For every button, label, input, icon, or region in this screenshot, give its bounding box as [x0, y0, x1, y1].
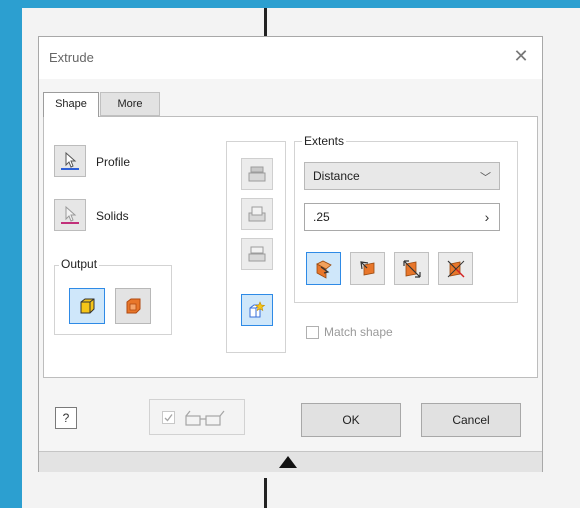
dialog-expander-bar[interactable] [39, 451, 542, 472]
shape-panel: Profile Solids Output Extents Distance ﹀… [43, 116, 538, 378]
solids-cursor-icon [61, 205, 79, 224]
solids-select-button[interactable] [54, 199, 86, 231]
ok-button[interactable]: OK [301, 403, 401, 437]
profile-select-button[interactable] [54, 145, 86, 177]
match-shape-checkbox[interactable] [306, 326, 319, 339]
new-solid-icon [249, 301, 266, 318]
direction-symmetric-button[interactable] [394, 252, 429, 285]
solid-output-icon [80, 298, 95, 314]
checkmark-icon [164, 414, 173, 422]
solids-label: Solids [96, 209, 129, 223]
distance-input[interactable]: .25 › [304, 203, 500, 231]
intersect-operation-button[interactable] [241, 238, 273, 270]
title-bar[interactable]: Extrude ✕ [39, 37, 542, 79]
direction-asymmetric-button[interactable] [438, 252, 473, 285]
match-shape-label: Match shape [324, 325, 393, 339]
distance-value: .25 [313, 210, 330, 224]
extents-type-dropdown[interactable]: Distance ﹀ [304, 162, 500, 190]
output-group: Output [54, 257, 172, 335]
close-icon[interactable]: ✕ [508, 43, 534, 69]
tab-more[interactable]: More [100, 92, 160, 116]
intersect-icon [248, 246, 266, 262]
extrude-dialog: Extrude ✕ Shape More Profile Solids Outp… [38, 36, 543, 472]
output-solid-button[interactable] [69, 288, 105, 324]
glasses-preview-icon [185, 410, 225, 426]
help-button[interactable]: ? [55, 407, 77, 429]
distance-flyout-arrow-icon[interactable]: › [475, 204, 499, 230]
join-operation-button[interactable] [241, 158, 273, 190]
direction-asymmetric-icon [447, 260, 465, 278]
direction-flipped-button[interactable] [350, 252, 385, 285]
output-surface-button[interactable] [115, 288, 151, 324]
canvas-line-top [264, 8, 267, 36]
cut-icon [248, 206, 266, 222]
new-solid-operation-button[interactable] [241, 294, 273, 326]
direction-default-icon [316, 260, 332, 279]
expand-arrow-icon[interactable] [279, 456, 297, 468]
extents-label: Extents [302, 134, 347, 148]
output-label: Output [59, 257, 100, 271]
chevron-down-icon: ﹀ [480, 172, 491, 184]
preview-checkbox[interactable] [162, 411, 175, 424]
surface-output-icon [126, 298, 141, 314]
cut-operation-button[interactable] [241, 198, 273, 230]
profile-label: Profile [96, 155, 131, 169]
direction-flipped-icon [360, 261, 375, 276]
canvas-line-bottom [264, 478, 267, 508]
preview-toggle[interactable] [149, 399, 245, 435]
profile-cursor-icon [61, 151, 79, 170]
extents-type-value: Distance [313, 169, 360, 183]
dialog-title: Extrude [49, 50, 94, 65]
cancel-button[interactable]: Cancel [421, 403, 521, 437]
operation-group [226, 141, 286, 353]
direction-symmetric-icon [403, 260, 421, 278]
join-icon [248, 166, 266, 182]
tab-shape[interactable]: Shape [43, 92, 99, 117]
direction-default-button[interactable] [306, 252, 341, 285]
